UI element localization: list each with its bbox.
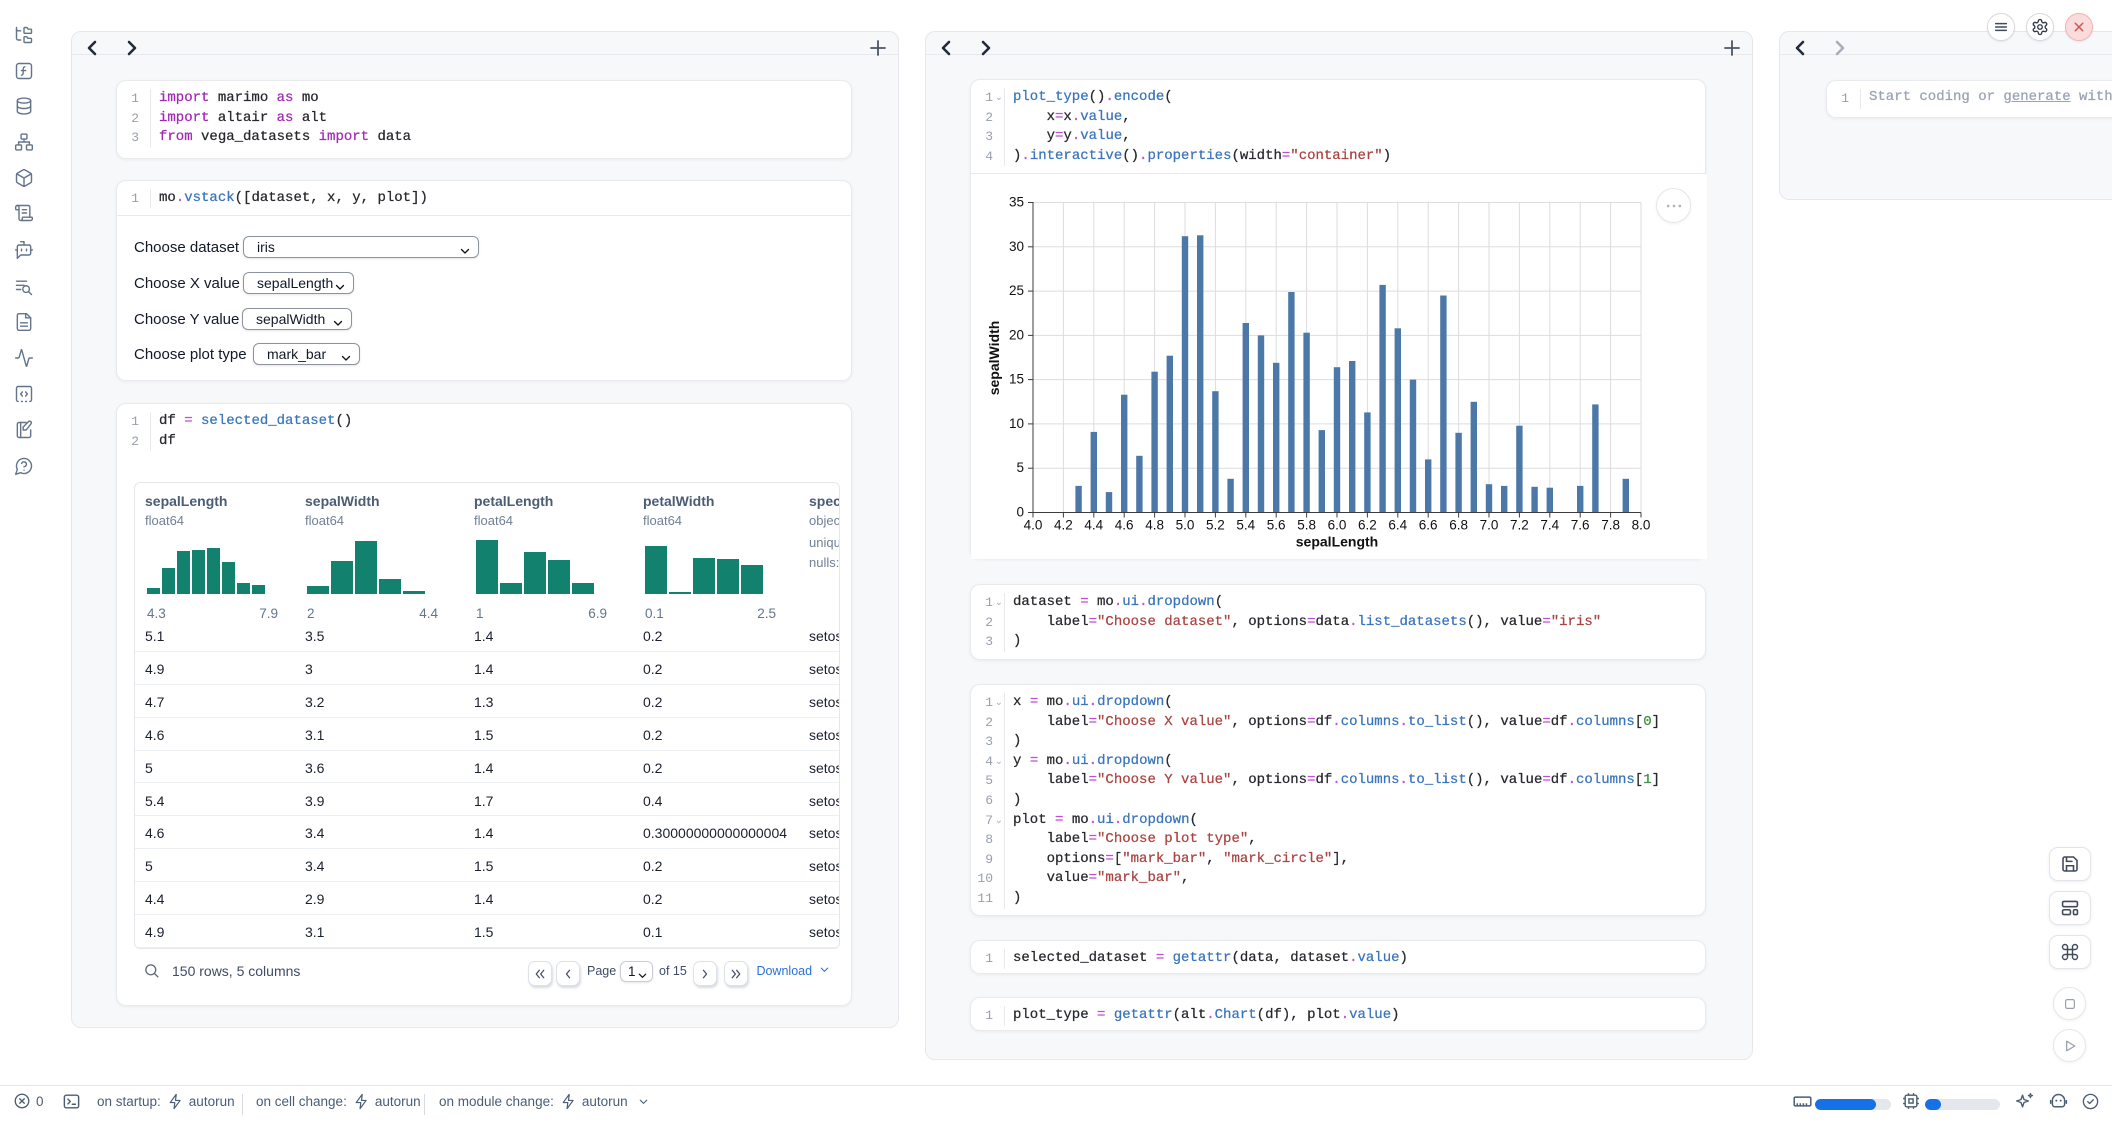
svg-text:30: 30 xyxy=(1009,239,1024,254)
svg-text:sepalLength: sepalLength xyxy=(1296,534,1378,550)
svg-text:7.8: 7.8 xyxy=(1601,518,1620,533)
svg-text:7.2: 7.2 xyxy=(1510,518,1529,533)
svg-text:5.0: 5.0 xyxy=(1176,518,1195,533)
svg-text:6.8: 6.8 xyxy=(1449,518,1468,533)
svg-text:5.6: 5.6 xyxy=(1267,518,1286,533)
svg-text:20: 20 xyxy=(1009,328,1024,343)
svg-text:4.4: 4.4 xyxy=(1084,518,1103,533)
svg-text:5.4: 5.4 xyxy=(1236,518,1255,533)
svg-text:4.2: 4.2 xyxy=(1054,518,1073,533)
svg-text:8.0: 8.0 xyxy=(1632,518,1651,533)
svg-text:7.6: 7.6 xyxy=(1571,518,1590,533)
svg-text:4.0: 4.0 xyxy=(1024,518,1043,533)
svg-text:10: 10 xyxy=(1009,416,1024,431)
svg-text:6.4: 6.4 xyxy=(1388,518,1407,533)
svg-text:6.6: 6.6 xyxy=(1419,518,1438,533)
svg-text:15: 15 xyxy=(1009,372,1024,387)
svg-text:7.4: 7.4 xyxy=(1540,518,1559,533)
svg-text:6.0: 6.0 xyxy=(1328,518,1347,533)
svg-text:7.0: 7.0 xyxy=(1480,518,1499,533)
svg-text:35: 35 xyxy=(1009,195,1024,210)
svg-text:sepalWidth: sepalWidth xyxy=(986,321,1002,396)
svg-text:4.6: 4.6 xyxy=(1115,518,1134,533)
svg-text:6.2: 6.2 xyxy=(1358,518,1377,533)
svg-text:25: 25 xyxy=(1009,283,1024,298)
svg-text:5: 5 xyxy=(1016,461,1024,476)
svg-text:5.8: 5.8 xyxy=(1297,518,1316,533)
svg-text:5.2: 5.2 xyxy=(1206,518,1225,533)
svg-text:4.8: 4.8 xyxy=(1145,518,1164,533)
